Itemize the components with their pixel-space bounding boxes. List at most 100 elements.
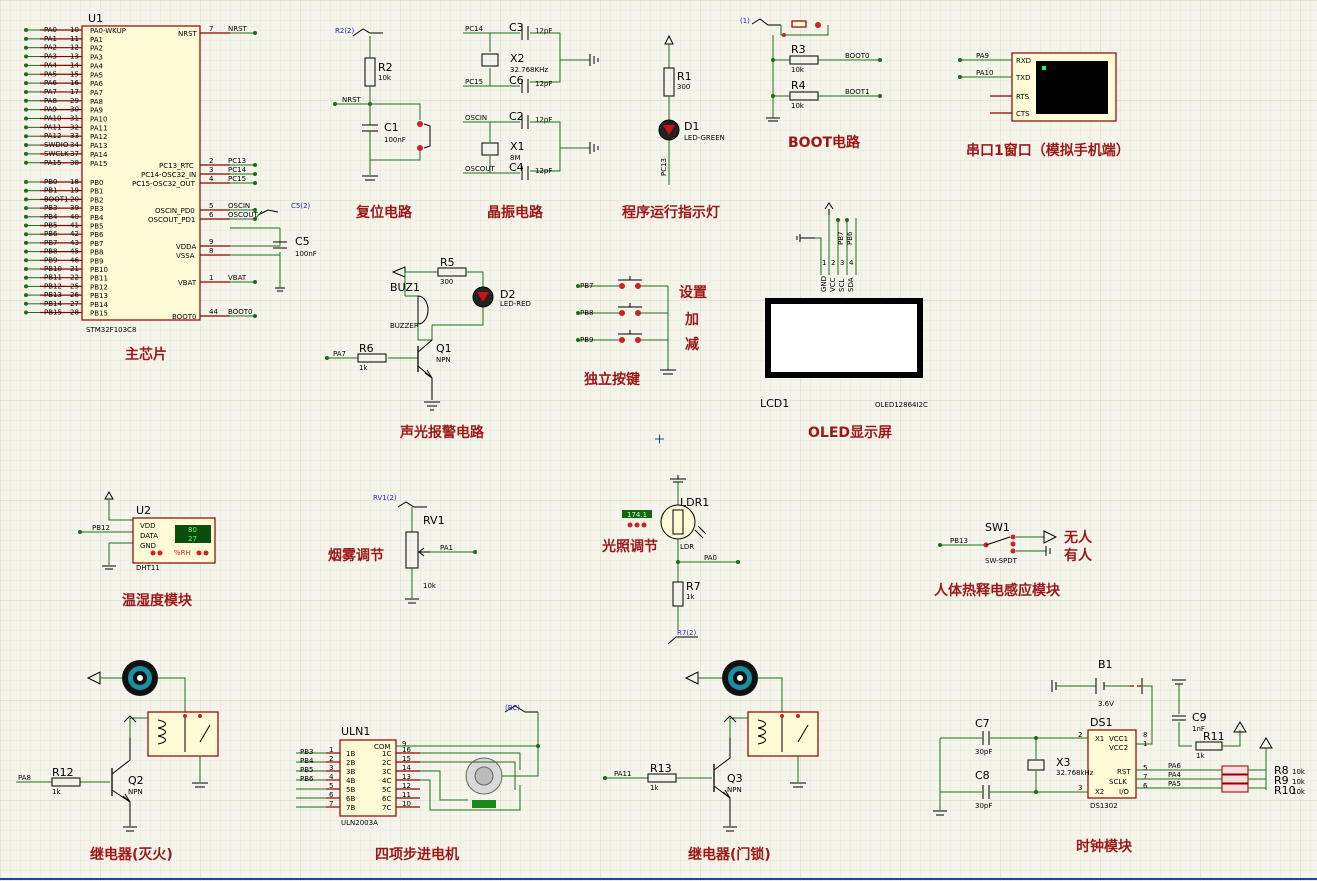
- pir-some-label: 有人: [1064, 547, 1093, 564]
- u1-pin-inner: PA3: [90, 54, 103, 62]
- uln-out-label: 3C: [382, 768, 391, 776]
- uln-in-label: 3B: [346, 768, 355, 776]
- u1-pin-inner: PB15: [90, 310, 108, 318]
- svg-text:(BC): (BC): [505, 704, 520, 712]
- u1-pin-number: 16: [70, 79, 79, 87]
- u1-pin-inner: PB14: [90, 301, 108, 309]
- u1-pin-label: PA3: [44, 53, 57, 61]
- u1-pin-label: PA2: [44, 44, 57, 52]
- svg-text:LDR: LDR: [680, 543, 694, 551]
- svg-text:PA5: PA5: [1168, 780, 1181, 788]
- uln-out-num: 14: [402, 764, 411, 772]
- u1-pin-label: PA7: [44, 88, 57, 96]
- svg-text:44: 44: [209, 308, 218, 316]
- svg-text:OLED12864I2C: OLED12864I2C: [875, 401, 928, 409]
- svg-text:PB12: PB12: [92, 524, 110, 532]
- q2-ref: Q2: [128, 774, 144, 787]
- u1-pin-number: 32: [70, 123, 79, 131]
- svg-text:32.768kHz: 32.768kHz: [1056, 769, 1094, 777]
- svg-text:10k: 10k: [1292, 778, 1306, 786]
- u1-pin-label: PB8: [44, 248, 57, 256]
- svg-text:RV1(2): RV1(2): [373, 494, 397, 502]
- uln-out-label: 2C: [382, 759, 391, 767]
- svg-text:3: 3: [840, 259, 844, 267]
- u1-pin-number: 21: [70, 265, 79, 273]
- x1-ref: X1: [510, 140, 525, 153]
- u1-pin-number: 31: [70, 115, 79, 123]
- svg-text:5: 5: [1143, 764, 1147, 772]
- u1-pin-label: PA5: [44, 70, 57, 78]
- svg-text:VCC2: VCC2: [1109, 744, 1128, 752]
- svg-text:PA6: PA6: [1168, 762, 1182, 770]
- svg-text:NRST: NRST: [228, 25, 248, 33]
- buz1-ref: BUZ1: [390, 281, 420, 294]
- svg-text:BUZZER: BUZZER: [390, 322, 419, 330]
- u1-pin-inner: PB1: [90, 188, 103, 196]
- u1-pin-label: BOOT1: [44, 195, 68, 203]
- svg-text:1k: 1k: [359, 364, 368, 372]
- uln1-ref: ULN1: [341, 725, 370, 738]
- title-stepper: 四项步进电机: [375, 846, 459, 863]
- uln-in-label: 5B: [346, 786, 355, 794]
- svg-text:RTS: RTS: [1016, 93, 1030, 101]
- svg-text:PB6: PB6: [300, 775, 314, 783]
- svg-text:PC14: PC14: [465, 25, 484, 33]
- svg-text:4: 4: [209, 175, 214, 183]
- svg-text:R2(2): R2(2): [335, 27, 355, 35]
- u1-pin-label: PA6: [44, 79, 58, 87]
- u1-pin-number: 42: [70, 230, 79, 238]
- svg-text:PC13_RTC: PC13_RTC: [159, 162, 194, 170]
- u1-pin-number: 17: [70, 88, 79, 96]
- u1-pin-inner: PB13: [90, 292, 108, 300]
- svg-text:PC13: PC13: [660, 158, 668, 176]
- svg-text:1: 1: [1143, 740, 1147, 748]
- u1-pin-label: PA11: [44, 123, 61, 131]
- svg-text:PB6: PB6: [846, 231, 854, 245]
- u1-pin-number: 46: [70, 256, 79, 264]
- u1-pin-number: 33: [70, 132, 79, 140]
- c4-ref: C4: [509, 161, 524, 174]
- svg-text:1: 1: [209, 274, 213, 282]
- x2-ref: X2: [510, 52, 525, 65]
- svg-text:PA10: PA10: [976, 69, 993, 77]
- u1-pin-number: 19: [70, 187, 79, 195]
- svg-text:10k: 10k: [791, 66, 805, 74]
- svg-text:7: 7: [1143, 773, 1147, 781]
- u1-pin-inner: PB7: [90, 240, 103, 248]
- svg-text:PC13: PC13: [228, 157, 246, 165]
- u1-pin-number: 12: [70, 44, 79, 52]
- schematic-canvas[interactable]: U1 STM32F103C8 PA0 10 PA0-WKUPPA1 11 PA1PA2 1…: [0, 0, 1317, 881]
- u1-pin-label: PB0: [44, 178, 57, 186]
- q3-ref: Q3: [727, 772, 743, 785]
- u1-pin-label: SWCLK: [44, 150, 69, 158]
- svg-text:OSCOUT: OSCOUT: [465, 165, 495, 173]
- title-pir: 人体热释电感应模块: [934, 582, 1061, 599]
- r7-ref: R7: [686, 580, 701, 593]
- u1-pin-inner: PA0-WKUP: [90, 27, 126, 35]
- uln-in-num: 7: [329, 800, 333, 808]
- svg-text:27: 27: [188, 535, 197, 543]
- r5-ref: R5: [440, 256, 455, 269]
- u1-pin-inner: PA11: [90, 124, 107, 132]
- svg-text:PA4: PA4: [1168, 771, 1182, 779]
- svg-text:PC14-OSC32_IN: PC14-OSC32_IN: [141, 171, 196, 179]
- r13-ref: R13: [650, 762, 672, 775]
- svg-text:BOOT0: BOOT0: [228, 308, 252, 316]
- uln-out-label: 6C: [382, 795, 391, 803]
- uln-out-num: 13: [402, 773, 411, 781]
- svg-text:100nF: 100nF: [384, 136, 406, 144]
- svg-text:PB4: PB4: [300, 757, 314, 765]
- svg-text:12pF: 12pF: [535, 27, 552, 35]
- c5-ref: C5: [295, 235, 310, 248]
- svg-text:1k: 1k: [1196, 752, 1205, 760]
- u1-pin-inner: PA5: [90, 71, 103, 79]
- u1-pin-number: 34: [70, 141, 79, 149]
- q1-ref: Q1: [436, 342, 452, 355]
- svg-text:ULN2003A: ULN2003A: [341, 819, 378, 827]
- u1-pin-inner: PA15: [90, 160, 107, 168]
- svg-text:PA11: PA11: [614, 770, 631, 778]
- svg-text:DATA: DATA: [140, 532, 158, 540]
- svg-text:VBAT: VBAT: [228, 274, 247, 282]
- uln-in-num: 3: [329, 764, 333, 772]
- title-boot: BOOT电路: [788, 134, 861, 151]
